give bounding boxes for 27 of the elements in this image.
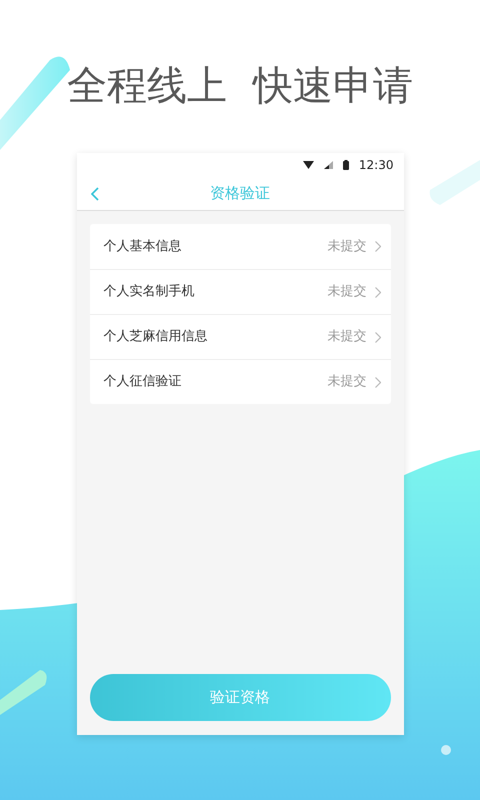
item-status: 未提交 xyxy=(328,238,366,256)
chevron-right-icon xyxy=(374,332,380,342)
chevron-right-icon xyxy=(374,376,380,388)
item-label: 个人基本信息 xyxy=(104,238,182,256)
decorative-dot xyxy=(441,745,451,755)
decorative-stripe xyxy=(430,160,480,205)
signal-icon xyxy=(324,161,333,169)
wifi-icon xyxy=(302,161,314,169)
item-label: 个人芝麻信用信息 xyxy=(104,328,208,346)
list-item[interactable]: 个人实名制手机 未提交 xyxy=(90,269,390,314)
chevron-right-icon xyxy=(374,286,380,298)
headline: 快速申请 xyxy=(253,62,413,111)
battery-icon xyxy=(342,160,349,170)
list-item[interactable]: 个人芝麻信用信息 未提交 xyxy=(90,314,390,359)
decorative-stripe xyxy=(0,670,47,715)
item-label: 个人实名制手机 xyxy=(104,283,194,302)
chevron-right-icon xyxy=(374,241,380,252)
item-status: 未提交 xyxy=(328,283,366,302)
back-icon xyxy=(90,187,98,201)
status-time: 12:30 xyxy=(358,157,394,174)
list-item[interactable]: 个人基本信息 未提交 xyxy=(90,224,390,269)
item-status: 未提交 xyxy=(328,373,366,392)
list-item[interactable]: 个人征信验证 未提交 xyxy=(90,359,390,404)
page-title: 资格验证 xyxy=(210,183,270,204)
item-status: 未提交 xyxy=(328,328,366,346)
item-label: 个人征信验证 xyxy=(104,373,182,392)
headline: 全程线上 xyxy=(67,62,227,111)
